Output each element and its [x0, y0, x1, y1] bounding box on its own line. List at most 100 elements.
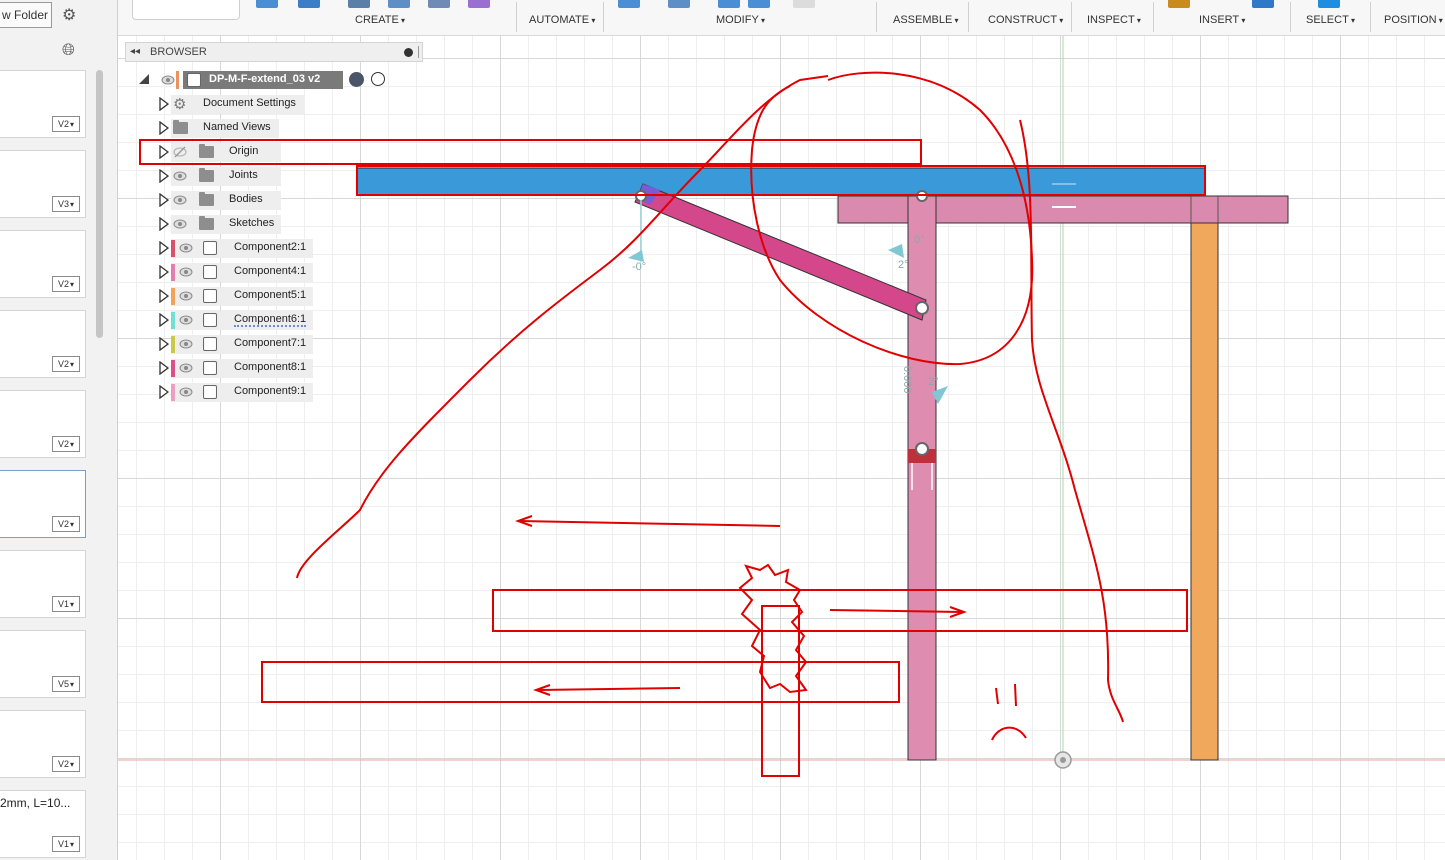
pattern-icon[interactable]: [428, 0, 450, 8]
tree-item[interactable]: Component6:1: [157, 310, 427, 330]
angle-dimension[interactable]: -0°: [632, 261, 646, 273]
angle-dimension[interactable]: 2°: [928, 376, 939, 388]
tree-root[interactable]: DP-M-F-extend_03 v2: [139, 70, 399, 90]
tree-item[interactable]: Sketches: [157, 214, 427, 234]
collapse-arrow-icon[interactable]: [139, 74, 149, 84]
eye-icon[interactable]: [179, 265, 193, 279]
version-badge[interactable]: V1: [52, 596, 80, 612]
file-card[interactable]: V2: [0, 710, 86, 778]
position-menu[interactable]: POSITION: [1384, 14, 1443, 30]
version-badge[interactable]: V2: [52, 356, 80, 372]
eye-icon[interactable]: [179, 289, 193, 303]
joint-marker[interactable]: [915, 442, 929, 456]
scrollbar[interactable]: [96, 70, 103, 338]
tree-item[interactable]: Component8:1: [157, 358, 427, 378]
file-card[interactable]: V2: [0, 70, 86, 138]
gear-icon[interactable]: ⚙: [62, 5, 76, 25]
orange-post-component[interactable]: [1190, 195, 1219, 761]
insert-mesh-icon[interactable]: [1252, 0, 1274, 8]
expand-arrow-icon[interactable]: [159, 120, 170, 136]
tree-item[interactable]: Component7:1: [157, 334, 427, 354]
workspace-switcher[interactable]: [132, 0, 240, 20]
file-card[interactable]: V2: [0, 230, 86, 298]
tree-item[interactable]: Bodies: [157, 190, 427, 210]
expand-arrow-icon[interactable]: [159, 264, 170, 280]
eye-icon[interactable]: [179, 385, 193, 399]
insert-svg-icon[interactable]: [1168, 0, 1190, 8]
tree-item[interactable]: Component5:1: [157, 286, 427, 306]
create-sketch-icon[interactable]: [256, 0, 278, 8]
new-folder-button[interactable]: w Folder: [0, 2, 52, 28]
expand-arrow-icon[interactable]: [159, 144, 170, 160]
expand-arrow-icon[interactable]: [159, 216, 170, 232]
file-card[interactable]: V1: [0, 550, 86, 618]
hole-icon[interactable]: [388, 0, 410, 8]
activate-icon[interactable]: [371, 72, 385, 86]
press-pull-icon[interactable]: [618, 0, 640, 8]
version-badge[interactable]: V2: [52, 436, 80, 452]
length-dimension[interactable]: 0.000: [901, 366, 913, 394]
expand-arrow-icon[interactable]: [159, 360, 170, 376]
expand-arrow-icon[interactable]: [159, 240, 170, 256]
revolve-icon[interactable]: [348, 0, 370, 8]
automate-menu[interactable]: AUTOMATE: [529, 14, 595, 30]
collapse-panel-icon[interactable]: ◂◂: [130, 43, 140, 61]
version-badge[interactable]: V2: [52, 516, 80, 532]
eye-icon[interactable]: [179, 361, 193, 375]
extrude-icon[interactable]: [298, 0, 320, 8]
eye-icon[interactable]: [161, 73, 175, 87]
construct-menu[interactable]: CONSTRUCT: [988, 14, 1063, 30]
create-menu[interactable]: CREATE: [355, 14, 405, 30]
globe-icon[interactable]: 🌐︎: [62, 42, 75, 60]
eye-icon[interactable]: [173, 193, 187, 207]
file-card[interactable]: V2: [0, 390, 86, 458]
select-menu[interactable]: SELECT: [1306, 14, 1355, 30]
move-icon[interactable]: [793, 0, 815, 8]
eye-icon[interactable]: [179, 313, 193, 327]
eye-icon[interactable]: [173, 217, 187, 231]
tree-item[interactable]: Origin: [157, 142, 427, 162]
assemble-menu[interactable]: ASSEMBLE: [893, 14, 959, 30]
tree-item[interactable]: Joints: [157, 166, 427, 186]
version-badge[interactable]: V2: [52, 276, 80, 292]
form-icon[interactable]: [468, 0, 490, 8]
expand-arrow-icon[interactable]: [159, 312, 170, 328]
tree-item[interactable]: Component4:1: [157, 262, 427, 282]
select-icon[interactable]: [1318, 0, 1340, 8]
angle-dimension[interactable]: 0°: [914, 234, 925, 246]
file-card-selected[interactable]: V2: [0, 470, 86, 538]
expand-arrow-icon[interactable]: [159, 336, 170, 352]
angle-dimension[interactable]: 2°: [898, 259, 909, 271]
version-badge[interactable]: V2: [52, 116, 80, 132]
panel-options-icon[interactable]: [404, 48, 413, 57]
shell-icon[interactable]: [718, 0, 740, 8]
version-badge[interactable]: V3: [52, 196, 80, 212]
tree-item[interactable]: Named Views: [157, 118, 427, 138]
file-card[interactable]: V5: [0, 630, 86, 698]
version-badge[interactable]: V2: [52, 756, 80, 772]
eye-icon[interactable]: [173, 169, 187, 183]
file-card[interactable]: V3: [0, 150, 86, 218]
tree-item[interactable]: ⚙ Document Settings: [157, 94, 427, 114]
expand-arrow-icon[interactable]: [159, 192, 170, 208]
insert-menu[interactable]: INSERT: [1199, 14, 1245, 30]
expand-arrow-icon[interactable]: [159, 384, 170, 400]
eye-hidden-icon[interactable]: [173, 145, 187, 159]
modify-menu[interactable]: MODIFY: [716, 14, 765, 30]
version-badge[interactable]: V1: [52, 836, 80, 852]
radio-active-icon[interactable]: [349, 72, 364, 87]
version-badge[interactable]: V5: [52, 676, 80, 692]
combine-icon[interactable]: [748, 0, 770, 8]
file-card[interactable]: V2: [0, 310, 86, 378]
eye-icon[interactable]: [179, 241, 193, 255]
expand-arrow-icon[interactable]: [159, 288, 170, 304]
blue-bar-component[interactable]: [356, 167, 1206, 196]
joint-marker[interactable]: [915, 301, 929, 315]
tree-item[interactable]: Component2:1: [157, 238, 427, 258]
expand-arrow-icon[interactable]: [159, 96, 170, 112]
fillet-icon[interactable]: [668, 0, 690, 8]
inspect-menu[interactable]: INSPECT: [1087, 14, 1141, 30]
tree-item[interactable]: Component9:1: [157, 382, 427, 402]
pink-top-beam-component[interactable]: [837, 195, 1289, 224]
expand-arrow-icon[interactable]: [159, 168, 170, 184]
